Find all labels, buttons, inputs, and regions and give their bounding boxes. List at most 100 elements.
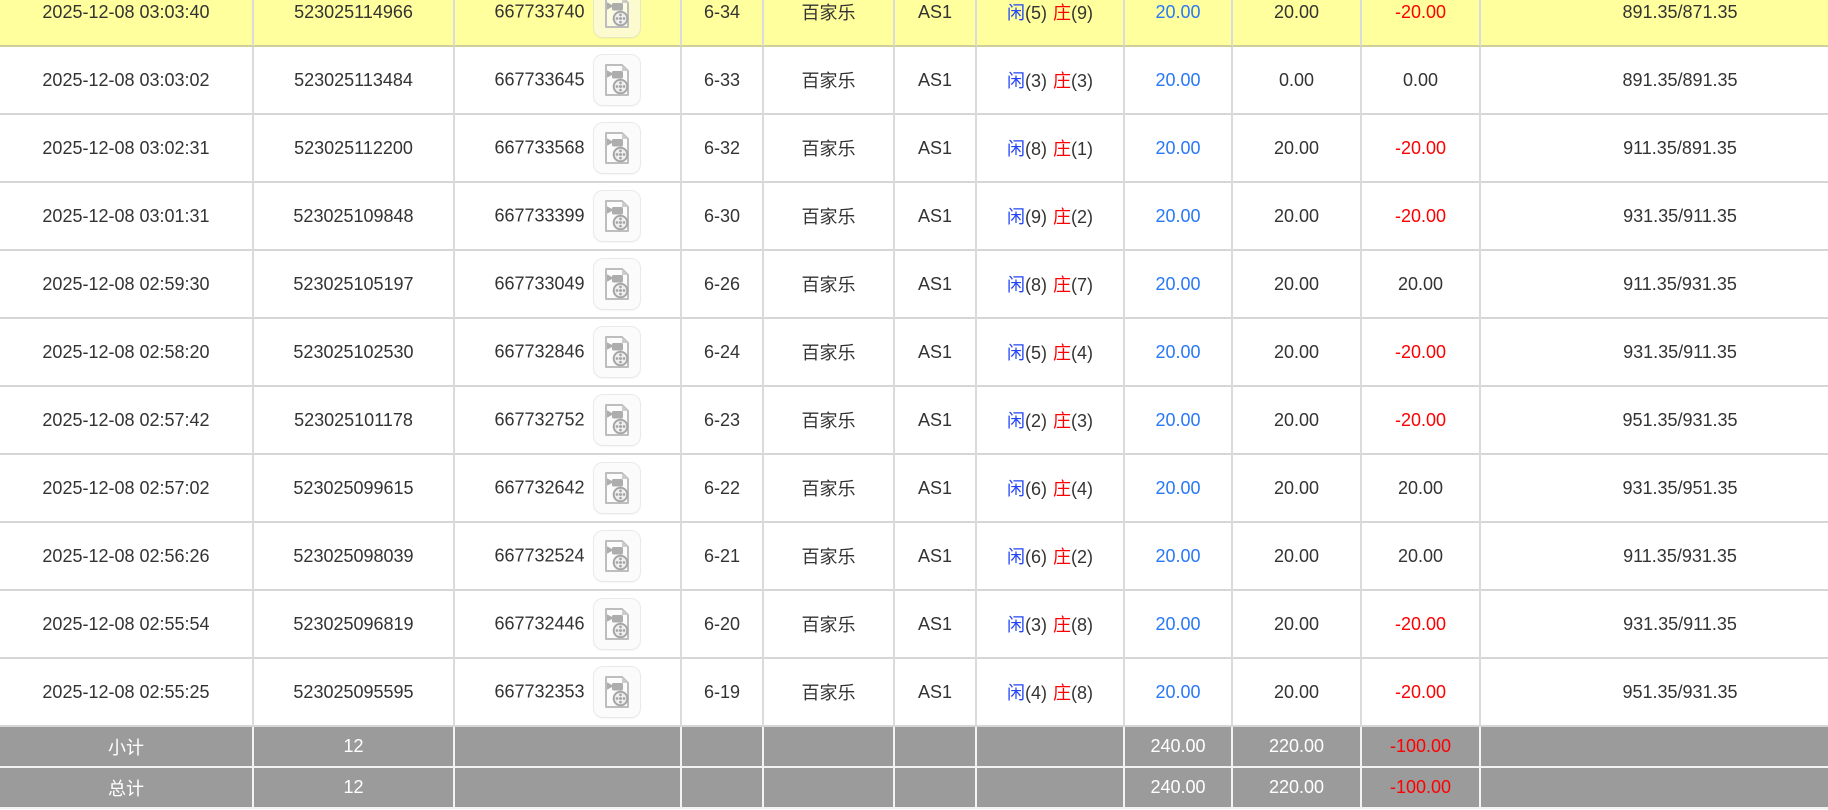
subtotal-empty-cell [895,727,977,768]
banker-score: (8) [1071,683,1093,703]
bet-order-id: 523025105197 [254,251,455,319]
table-row[interactable]: 2025-12-08 02:56:26 523025098039 6677325… [0,523,1828,591]
bet-history-table: 2025-12-08 03:03:40 523025114966 6677337… [0,0,1828,809]
video-replay-button[interactable] [592,462,641,514]
video-replay-button[interactable] [592,666,641,718]
game-number: 667732752 [494,409,585,430]
win-loss: -20.00 [1362,115,1481,183]
table-row[interactable]: 2025-12-08 03:01:31 523025109848 6677333… [0,183,1828,251]
game-type: 百家乐 [764,0,895,47]
banker-score: (1) [1071,139,1093,159]
valid-amount: 20.00 [1233,523,1362,591]
bet-order-id: 523025101178 [254,387,455,455]
table-row[interactable]: 2025-12-08 02:58:20 523025102530 6677328… [0,319,1828,387]
win-loss: 20.00 [1362,455,1481,523]
player-score: (2) [1025,411,1047,431]
game-result: 闲(4) 庄(8) [977,659,1125,727]
player-score: (3) [1025,615,1047,635]
video-replay-button[interactable] [592,394,641,446]
total-empty-cell [895,768,977,809]
game-number: 667733399 [494,205,585,226]
banker-label: 庄 [1053,71,1071,91]
total-empty-cell [764,768,895,809]
video-file-icon [604,200,629,232]
game-result: 闲(3) 庄(8) [977,591,1125,659]
player-score: (5) [1025,343,1047,363]
table-row[interactable]: 2025-12-08 02:57:42 523025101178 6677327… [0,387,1828,455]
table-row[interactable]: 2025-12-08 02:55:25 523025095595 6677323… [0,659,1828,727]
video-replay-button[interactable] [592,122,641,174]
video-replay-button[interactable] [592,54,641,106]
player-score: (4) [1025,683,1047,703]
shoe-round: 6-32 [682,115,764,183]
game-number-cell: 667733399 [455,183,682,251]
table-row[interactable]: 2025-12-08 02:59:30 523025105197 6677330… [0,251,1828,319]
win-loss: 20.00 [1362,523,1481,591]
balance-before-after: 891.35/871.35 [1481,0,1828,47]
table-row[interactable]: 2025-12-08 03:03:02 523025113484 6677336… [0,47,1828,115]
table-row[interactable]: 2025-12-08 02:55:54 523025096819 6677324… [0,591,1828,659]
video-file-icon [604,540,629,572]
player-score: (9) [1025,207,1047,227]
game-type: 百家乐 [764,523,895,591]
banker-label: 庄 [1053,207,1071,227]
player-score: (3) [1025,71,1047,91]
game-result: 闲(2) 庄(3) [977,387,1125,455]
player-label: 闲 [1007,411,1025,431]
table-name: AS1 [895,455,977,523]
bet-order-id: 523025099615 [254,455,455,523]
total-empty-cell [682,768,764,809]
video-replay-button[interactable] [592,0,641,38]
bet-time: 2025-12-08 02:59:30 [0,251,254,319]
bet-order-id: 523025109848 [254,183,455,251]
banker-score: (4) [1071,343,1093,363]
subtotal-row: 小计 12 240.00 220.00 -100.00 [0,727,1828,768]
total-empty-cell [1481,768,1828,809]
bet-time: 2025-12-08 02:57:02 [0,455,254,523]
banker-label: 庄 [1053,343,1071,363]
balance-before-after: 911.35/891.35 [1481,115,1828,183]
video-replay-button[interactable] [592,326,641,378]
game-type: 百家乐 [764,659,895,727]
banker-label: 庄 [1053,683,1071,703]
table-row[interactable]: 2025-12-08 03:03:40 523025114966 6677337… [0,0,1828,47]
shoe-round: 6-24 [682,319,764,387]
table-name: AS1 [895,183,977,251]
player-label: 闲 [1007,343,1025,363]
game-number: 667733740 [494,1,585,22]
game-type: 百家乐 [764,319,895,387]
table-name: AS1 [895,47,977,115]
valid-amount: 20.00 [1233,387,1362,455]
win-loss: -20.00 [1362,319,1481,387]
game-number: 667733645 [494,69,585,90]
table-row[interactable]: 2025-12-08 02:57:02 523025099615 6677326… [0,455,1828,523]
bet-order-id: 523025102530 [254,319,455,387]
video-replay-button[interactable] [592,530,641,582]
valid-amount: 20.00 [1233,319,1362,387]
player-label: 闲 [1007,275,1025,295]
bet-amount: 20.00 [1125,591,1233,659]
bet-order-id: 523025113484 [254,47,455,115]
bet-amount: 20.00 [1125,387,1233,455]
game-result: 闲(8) 庄(1) [977,115,1125,183]
bet-time: 2025-12-08 03:03:40 [0,0,254,47]
game-result: 闲(3) 庄(3) [977,47,1125,115]
video-replay-button[interactable] [592,598,641,650]
video-file-icon [604,268,629,300]
bet-amount: 20.00 [1125,115,1233,183]
player-label: 闲 [1007,207,1025,227]
shoe-round: 6-21 [682,523,764,591]
banker-label: 庄 [1053,547,1071,567]
total-row: 总计 12 240.00 220.00 -100.00 [0,768,1828,809]
video-replay-button[interactable] [592,258,641,310]
balance-before-after: 911.35/931.35 [1481,251,1828,319]
video-file-icon [604,0,629,28]
video-replay-button[interactable] [592,190,641,242]
table-row[interactable]: 2025-12-08 03:02:31 523025112200 6677335… [0,115,1828,183]
game-number-cell: 667733645 [455,47,682,115]
table-name: AS1 [895,0,977,47]
valid-amount: 20.00 [1233,591,1362,659]
player-score: (8) [1025,275,1047,295]
bet-amount: 20.00 [1125,47,1233,115]
shoe-round: 6-30 [682,183,764,251]
